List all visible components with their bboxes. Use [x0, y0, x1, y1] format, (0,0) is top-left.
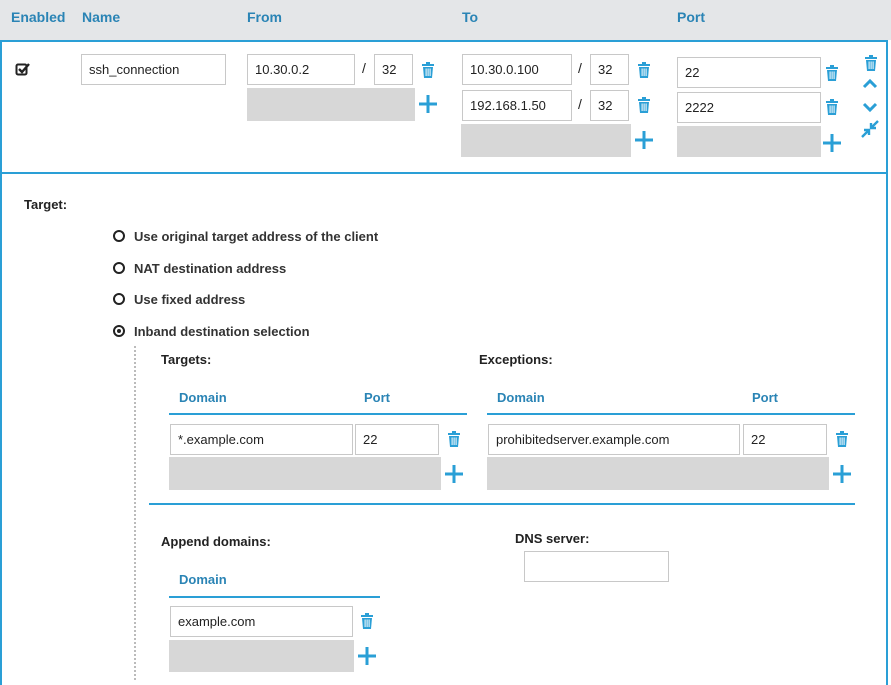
- to-mask-input[interactable]: 32: [590, 90, 629, 121]
- from-mask-input[interactable]: 32: [374, 54, 413, 85]
- to-empty-input[interactable]: [461, 124, 631, 157]
- from-slash: /: [362, 60, 366, 76]
- trash-icon[interactable]: [637, 97, 651, 113]
- chevron-up-icon[interactable]: [862, 78, 878, 90]
- to-mask-input[interactable]: 32: [590, 54, 629, 85]
- exceptions-col-port: Port: [752, 390, 778, 405]
- plus-icon[interactable]: [634, 130, 654, 150]
- trash-icon[interactable]: [360, 613, 374, 629]
- trash-icon[interactable]: [825, 65, 839, 81]
- targets-port-input[interactable]: 22: [355, 424, 439, 455]
- exceptions-empty-input[interactable]: [487, 457, 829, 490]
- radio-original-target[interactable]: Use original target address of the clien…: [113, 229, 393, 245]
- plus-icon[interactable]: [357, 646, 377, 666]
- radio-button[interactable]: [113, 262, 125, 274]
- radio-inband-selection[interactable]: Inband destination selection: [113, 324, 333, 340]
- trash-icon[interactable]: [864, 55, 878, 71]
- to-address-input[interactable]: 192.168.1.50: [462, 90, 572, 121]
- radio-button[interactable]: [113, 230, 125, 242]
- port-empty-input[interactable]: [677, 126, 821, 157]
- trash-icon[interactable]: [421, 62, 435, 78]
- radio-label: Use original target address of the clien…: [134, 229, 379, 244]
- header-name[interactable]: Name: [82, 9, 120, 25]
- targets-col-domain: Domain: [179, 390, 227, 405]
- exceptions-header-line: [487, 413, 855, 415]
- indent-guide: [134, 346, 136, 680]
- enabled-checkbox[interactable]: [15, 62, 31, 78]
- radio-button[interactable]: [113, 293, 125, 305]
- targets-domain-input[interactable]: *.example.com: [170, 424, 353, 455]
- to-slash: /: [578, 60, 582, 76]
- header-to[interactable]: To: [462, 9, 478, 25]
- plus-icon[interactable]: [444, 464, 464, 484]
- dns-server-title: DNS server:: [515, 531, 590, 546]
- targets-header-line: [169, 413, 467, 415]
- plus-icon[interactable]: [832, 464, 852, 484]
- append-col-domain: Domain: [179, 572, 227, 587]
- targets-col-port: Port: [364, 390, 390, 405]
- checkbox-checked-icon: [15, 63, 30, 76]
- to-slash: /: [578, 96, 582, 112]
- target-label: Target:: [24, 197, 68, 212]
- append-empty-input[interactable]: [169, 640, 354, 672]
- plus-icon[interactable]: [418, 94, 438, 114]
- append-domains-title: Append domains:: [161, 534, 271, 549]
- port-input[interactable]: 22: [677, 57, 821, 88]
- dns-server-input[interactable]: [524, 551, 669, 582]
- radio-label: Inband destination selection: [134, 324, 310, 339]
- trash-icon[interactable]: [825, 99, 839, 115]
- exceptions-domain-input[interactable]: prohibitedserver.example.com: [488, 424, 740, 455]
- exceptions-title: Exceptions:: [479, 352, 553, 367]
- targets-title: Targets:: [161, 352, 212, 367]
- chevron-down-icon[interactable]: [862, 101, 878, 113]
- radio-label: Use fixed address: [134, 292, 246, 307]
- header-from[interactable]: From: [247, 9, 282, 25]
- radio-label: NAT destination address: [134, 261, 287, 276]
- targets-empty-input[interactable]: [169, 457, 441, 490]
- radio-button-selected[interactable]: [113, 325, 125, 337]
- radio-fixed-address[interactable]: Use fixed address: [113, 292, 313, 308]
- exceptions-col-domain: Domain: [497, 390, 545, 405]
- trash-icon[interactable]: [835, 431, 849, 447]
- name-input[interactable]: ssh_connection: [81, 54, 226, 85]
- from-address-input[interactable]: 10.30.0.2: [247, 54, 355, 85]
- append-header-line: [169, 596, 380, 598]
- table-header: [0, 0, 891, 40]
- append-domain-input[interactable]: example.com: [170, 606, 353, 637]
- trash-icon[interactable]: [637, 62, 651, 78]
- collapse-icon[interactable]: [861, 120, 879, 138]
- header-enabled[interactable]: Enabled: [11, 9, 65, 25]
- section-divider: [149, 503, 855, 505]
- port-input[interactable]: 2222: [677, 92, 821, 123]
- radio-nat-destination[interactable]: NAT destination address: [113, 261, 313, 277]
- to-address-input[interactable]: 10.30.0.100: [462, 54, 572, 85]
- trash-icon[interactable]: [447, 431, 461, 447]
- exceptions-port-input[interactable]: 22: [743, 424, 827, 455]
- plus-icon[interactable]: [822, 133, 842, 153]
- header-port[interactable]: Port: [677, 9, 705, 25]
- from-empty-input[interactable]: [247, 88, 415, 121]
